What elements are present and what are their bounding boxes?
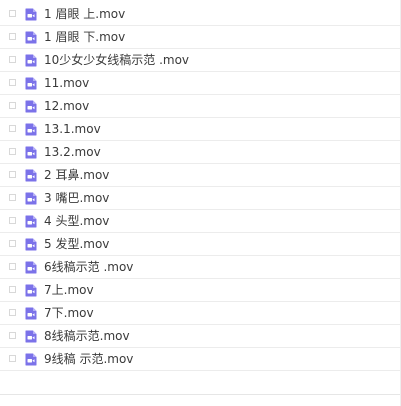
file-list: 1 眉眼 上.mov 1 眉眼 下.mov 10少女少女线稿示范 .mov 11.mo…	[0, 3, 401, 371]
file-name[interactable]: 12.mov	[44, 98, 89, 114]
list-bottom-divider	[0, 394, 401, 395]
file-row[interactable]: 1 眉眼 下.mov	[0, 26, 401, 49]
video-file-icon	[25, 123, 37, 136]
row-checkbox[interactable]	[9, 56, 16, 63]
video-file-icon	[25, 284, 37, 297]
row-checkbox[interactable]	[9, 309, 16, 316]
file-row[interactable]: 12.mov	[0, 95, 401, 118]
row-checkbox[interactable]	[9, 33, 16, 40]
video-file-icon	[25, 77, 37, 90]
video-file-icon	[25, 238, 37, 251]
video-file-icon	[25, 330, 37, 343]
file-row[interactable]: 6线稿示范 .mov	[0, 256, 401, 279]
file-name[interactable]: 7下.mov	[44, 305, 94, 321]
file-name[interactable]: 3 嘴巴.mov	[44, 190, 109, 206]
row-checkbox[interactable]	[9, 125, 16, 132]
file-row[interactable]: 9线稿 示范.mov	[0, 348, 401, 371]
file-row[interactable]: 2 耳鼻.mov	[0, 164, 401, 187]
file-row[interactable]: 7上.mov	[0, 279, 401, 302]
file-name[interactable]: 13.2.mov	[44, 144, 101, 160]
row-checkbox[interactable]	[9, 286, 16, 293]
row-checkbox[interactable]	[9, 263, 16, 270]
row-checkbox[interactable]	[9, 194, 16, 201]
file-row[interactable]: 8线稿示范.mov	[0, 325, 401, 348]
video-file-icon	[25, 307, 37, 320]
video-file-icon	[25, 215, 37, 228]
video-file-icon	[25, 261, 37, 274]
file-name[interactable]: 6线稿示范 .mov	[44, 259, 133, 275]
file-row[interactable]: 3 嘴巴.mov	[0, 187, 401, 210]
file-row[interactable]: 7下.mov	[0, 302, 401, 325]
file-row[interactable]: 10少女少女线稿示范 .mov	[0, 49, 401, 72]
video-file-icon	[25, 54, 37, 67]
file-name[interactable]: 2 耳鼻.mov	[44, 167, 109, 183]
row-checkbox[interactable]	[9, 217, 16, 224]
file-row[interactable]: 5 发型.mov	[0, 233, 401, 256]
file-name[interactable]: 7上.mov	[44, 282, 94, 298]
file-name[interactable]: 10少女少女线稿示范 .mov	[44, 52, 189, 68]
row-checkbox[interactable]	[9, 332, 16, 339]
file-name[interactable]: 13.1.mov	[44, 121, 101, 137]
row-checkbox[interactable]	[9, 148, 16, 155]
file-name[interactable]: 4 头型.mov	[44, 213, 109, 229]
file-row[interactable]: 11.mov	[0, 72, 401, 95]
row-checkbox[interactable]	[9, 240, 16, 247]
row-checkbox[interactable]	[9, 102, 16, 109]
file-row[interactable]: 13.1.mov	[0, 118, 401, 141]
file-name[interactable]: 11.mov	[44, 75, 89, 91]
file-row[interactable]: 1 眉眼 上.mov	[0, 3, 401, 26]
video-file-icon	[25, 100, 37, 113]
file-name[interactable]: 9线稿 示范.mov	[44, 351, 133, 367]
file-name[interactable]: 8线稿示范.mov	[44, 328, 130, 344]
row-checkbox[interactable]	[9, 355, 16, 362]
video-file-icon	[25, 192, 37, 205]
file-row[interactable]: 4 头型.mov	[0, 210, 401, 233]
video-file-icon	[25, 353, 37, 366]
file-name[interactable]: 1 眉眼 上.mov	[44, 6, 125, 22]
file-name[interactable]: 1 眉眼 下.mov	[44, 29, 125, 45]
video-file-icon	[25, 31, 37, 44]
row-checkbox[interactable]	[9, 10, 16, 17]
video-file-icon	[25, 146, 37, 159]
file-row[interactable]: 13.2.mov	[0, 141, 401, 164]
file-name[interactable]: 5 发型.mov	[44, 236, 109, 252]
video-file-icon	[25, 8, 37, 21]
video-file-icon	[25, 169, 37, 182]
row-checkbox[interactable]	[9, 171, 16, 178]
row-checkbox[interactable]	[9, 79, 16, 86]
